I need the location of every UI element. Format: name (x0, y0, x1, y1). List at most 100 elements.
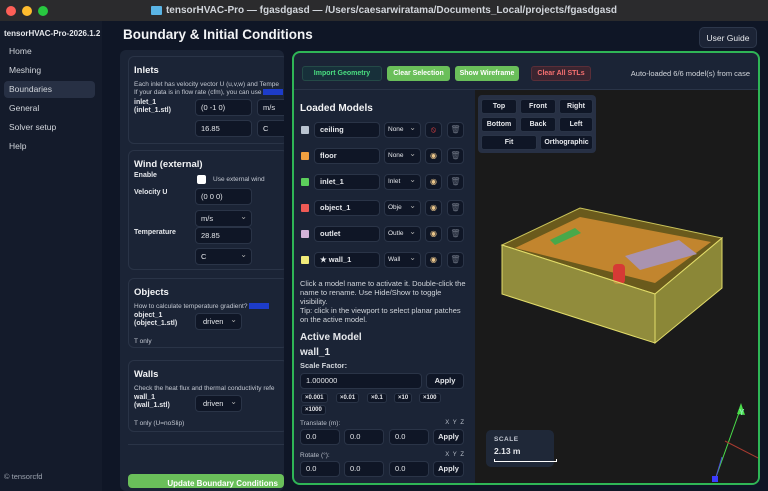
model-name-input[interactable]: object_1 (314, 200, 380, 216)
title-bar: tensorHVAC-Pro — fgasdgasd — /Users/caes… (0, 0, 768, 21)
model-type-select[interactable]: Inlet (384, 174, 421, 190)
scale-chip-1000[interactable]: ×1000 (301, 405, 326, 415)
scale-factor-input[interactable]: 1.000000 (300, 373, 422, 389)
minimize-button[interactable] (22, 6, 32, 16)
scale-apply-button[interactable]: Apply (426, 373, 464, 389)
view-top-button[interactable]: Top (481, 99, 517, 114)
model-name-input[interactable]: floor (314, 148, 380, 164)
model-name-input[interactable]: ★ wall_1 (314, 252, 380, 268)
scale-chip-0.001[interactable]: ×0.001 (301, 393, 328, 403)
model-row: object_1 Obje ◉ 🗑 (300, 200, 472, 217)
inlets-card: Inlets Each inlet has velocity vector U … (128, 56, 284, 144)
wall-mode-select[interactable]: driven (195, 394, 242, 412)
clear-selection-button[interactable]: Clear Selection (387, 66, 450, 81)
view-left-button[interactable]: Left (559, 117, 593, 132)
sidebar-item-home[interactable]: Home (4, 43, 95, 60)
sidebar-item-help[interactable]: Help (4, 138, 95, 155)
view-right-button[interactable]: Right (559, 99, 593, 114)
model-color-swatch[interactable] (301, 126, 309, 134)
wind-temperature-unit-select[interactable]: C (195, 247, 252, 265)
view-buttons: Top Front Right Bottom Back Left Fit Ort… (478, 95, 596, 153)
trash-icon[interactable]: 🗑 (447, 122, 464, 138)
translate-x-input[interactable]: 0.0 (300, 429, 340, 445)
wind-card: Wind (external) Enable Use external wind… (128, 150, 284, 270)
view-bottom-button[interactable]: Bottom (481, 117, 517, 132)
wind-temperature-input[interactable]: 28.85 (195, 227, 252, 244)
eye-icon[interactable]: ◉ (425, 148, 442, 164)
maximize-button[interactable] (38, 6, 48, 16)
external-wind-checkbox[interactable] (197, 175, 206, 184)
close-button[interactable] (6, 6, 16, 16)
model-type-select[interactable]: Wall (384, 252, 421, 268)
model-row: ★ wall_1 Wall ◉ 🗑 (300, 252, 472, 269)
update-boundary-conditions-button[interactable]: Update Boundary Conditions (128, 474, 284, 488)
sidebar-item-boundaries[interactable]: Boundaries (4, 81, 95, 98)
scale-chip-100[interactable]: ×100 (419, 393, 441, 403)
object-file: (object_1.stl) (134, 320, 178, 327)
model-type-select[interactable]: Obje (384, 200, 421, 216)
eye-icon[interactable]: ◉ (425, 226, 442, 242)
model-color-swatch[interactable] (301, 178, 309, 186)
model-color-swatch[interactable] (301, 256, 309, 264)
model-type-select[interactable]: None (384, 148, 421, 164)
inlet-temperature-input[interactable]: 16.85 (195, 120, 252, 137)
sidebar-item-general[interactable]: General (4, 100, 95, 117)
model-name-input[interactable]: outlet (314, 226, 380, 242)
rotate-y-input[interactable]: 0.0 (344, 461, 384, 477)
wall-note: T only (U=noSlip) (134, 420, 185, 427)
hidden-icon[interactable]: ⦸ (425, 122, 442, 138)
show-wireframe-button[interactable]: Show Wireframe (455, 66, 519, 81)
object-note: T only (134, 338, 152, 345)
model-color-swatch[interactable] (301, 230, 309, 238)
z-axis-line (715, 456, 723, 478)
view-front-button[interactable]: Front (520, 99, 556, 114)
model-name-input[interactable]: ceiling (314, 122, 380, 138)
scale-chip-0.1[interactable]: ×0.1 (367, 393, 387, 403)
inlet-velocity-unit-select[interactable]: m/s (257, 99, 284, 116)
object-mode-select[interactable]: driven (195, 312, 242, 330)
trash-icon[interactable]: 🗑 (447, 148, 464, 164)
translate-y-input[interactable]: 0.0 (344, 429, 384, 445)
rotate-z-input[interactable]: 0.0 (389, 461, 429, 477)
trash-icon[interactable]: 🗑 (447, 252, 464, 268)
rotate-apply-button[interactable]: Apply (433, 461, 464, 477)
trash-icon[interactable]: 🗑 (447, 226, 464, 242)
model-name-input[interactable]: inlet_1 (314, 174, 380, 190)
orthographic-button[interactable]: Orthographic (540, 135, 593, 150)
model-color-swatch[interactable] (301, 152, 309, 160)
rotate-axes-label: X Y Z (445, 452, 464, 458)
translate-label: Translate (m): (300, 420, 341, 427)
clear-all-stls-button[interactable]: Clear All STLs (531, 66, 591, 81)
inlet-temperature-unit-select[interactable]: C (257, 120, 284, 137)
wind-velocity-unit-select[interactable]: m/s (195, 209, 252, 227)
translate-apply-button[interactable]: Apply (433, 429, 464, 445)
import-geometry-button[interactable]: Import Geometry (302, 66, 382, 81)
rotate-x-input[interactable]: 0.0 (300, 461, 340, 477)
walls-desc: Check the heat flux and thermal conducti… (134, 385, 275, 392)
inlet-velocity-input[interactable]: (0 -1 0) (195, 99, 252, 116)
3d-viewport[interactable]: Y Top Front Right Bottom Back Left Fit O… (475, 90, 758, 483)
model-type-select[interactable]: None (384, 122, 421, 138)
objects-help-link[interactable] (249, 303, 270, 310)
active-model-name: wall_1 (300, 347, 331, 358)
flow-rate-link[interactable] (263, 89, 284, 96)
scale-chip-0.01[interactable]: ×0.01 (336, 393, 360, 403)
geometry-panel: Import Geometry Clear Selection Show Wir… (292, 51, 760, 485)
fit-view-button[interactable]: Fit (481, 135, 537, 150)
eye-icon[interactable]: ◉ (425, 252, 442, 268)
y-axis-label: Y (739, 408, 745, 417)
sidebar-item-solver-setup[interactable]: Solver setup (4, 119, 95, 136)
sidebar-item-meshing[interactable]: Meshing (4, 62, 95, 79)
trash-icon[interactable]: 🗑 (447, 200, 464, 216)
eye-icon[interactable]: ◉ (425, 174, 442, 190)
wind-velocity-input[interactable]: (0 0 0) (195, 188, 252, 205)
scale-chip-10[interactable]: ×10 (394, 393, 413, 403)
trash-icon[interactable]: 🗑 (447, 174, 464, 190)
model-type-select[interactable]: Outle (384, 226, 421, 242)
boundary-panel: Inlets Each inlet has velocity vector U … (120, 50, 284, 491)
model-color-swatch[interactable] (301, 204, 309, 212)
translate-z-input[interactable]: 0.0 (389, 429, 429, 445)
view-back-button[interactable]: Back (520, 117, 556, 132)
user-guide-button[interactable]: User Guide (699, 27, 757, 48)
eye-icon[interactable]: ◉ (425, 200, 442, 216)
